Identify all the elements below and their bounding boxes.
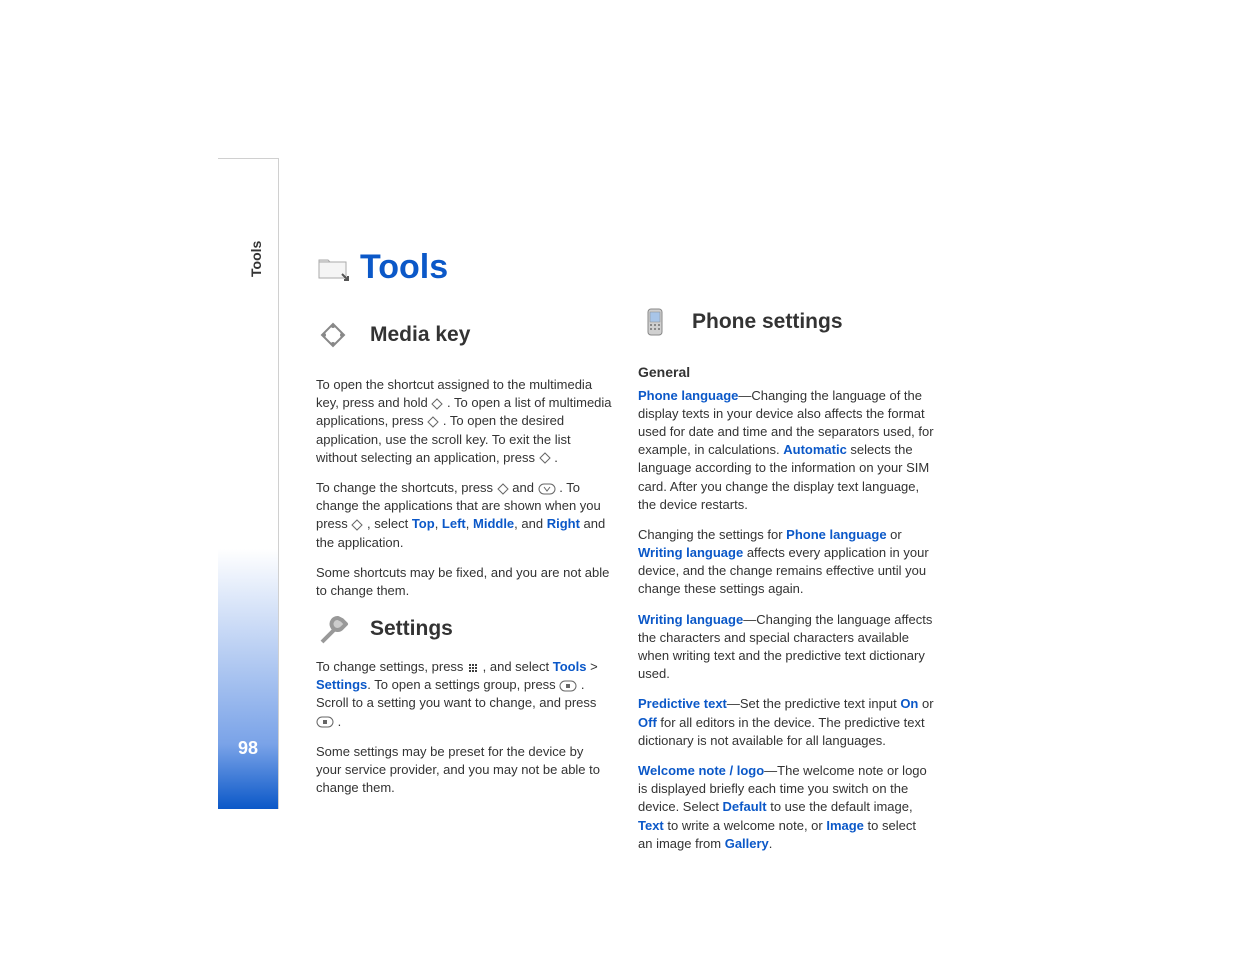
media-key-p2: To change the shortcuts, press and . To … <box>316 479 612 552</box>
ui-top: Top <box>412 516 435 531</box>
ui-settings: Settings <box>316 677 367 692</box>
center-button-icon <box>559 679 577 691</box>
ui-writing-language: Writing language <box>638 545 743 560</box>
ui-left: Left <box>442 516 466 531</box>
general-p1: Phone language—Changing the language of … <box>638 387 934 514</box>
wrench-icon <box>316 612 350 646</box>
section-title-media-key: Media key <box>370 323 470 347</box>
ui-right: Right <box>547 516 580 531</box>
section-media-key: Media key <box>316 318 612 352</box>
ui-gallery: Gallery <box>725 836 769 851</box>
down-button-icon <box>538 482 556 494</box>
ui-phone-language-2: Phone language <box>786 527 886 542</box>
ui-text: Text <box>638 818 664 833</box>
page-title-row: Tools <box>316 250 612 284</box>
general-p2: Changing the settings for Phone language… <box>638 526 934 599</box>
diamond-icon <box>316 318 350 352</box>
diamond-small-icon <box>497 482 509 494</box>
section-settings: Settings <box>316 612 612 646</box>
menu-key-icon <box>467 661 479 673</box>
page-title: Tools <box>360 250 448 284</box>
media-key-p3: Some shortcuts may be fixed, and you are… <box>316 564 612 600</box>
ui-tools: Tools <box>553 659 587 674</box>
section-phone-settings: Phone settings <box>638 305 934 339</box>
ui-automatic: Automatic <box>783 442 847 457</box>
section-title-phone-settings: Phone settings <box>692 310 843 334</box>
right-column: Phone settings General Phone language—Ch… <box>638 250 934 865</box>
sidebar: Tools 98 <box>218 158 279 809</box>
subheading-general: General <box>638 363 934 383</box>
ui-predictive-text: Predictive text <box>638 696 727 711</box>
content-area: Tools Media key To open the shortcut ass… <box>316 250 934 865</box>
ui-phone-language: Phone language <box>638 388 738 403</box>
ui-image: Image <box>826 818 864 833</box>
diamond-small-icon <box>427 415 439 427</box>
ui-default: Default <box>723 799 767 814</box>
page-number: 98 <box>218 738 278 759</box>
ui-writing-language-2: Writing language <box>638 612 743 627</box>
section-title-settings: Settings <box>370 617 453 641</box>
center-button-icon <box>316 715 334 727</box>
page: Tools 98 Tools <box>0 0 1235 954</box>
diamond-small-icon <box>431 397 443 409</box>
phone-icon <box>638 305 672 339</box>
diamond-small-icon <box>351 518 363 530</box>
ui-middle: Middle <box>473 516 514 531</box>
settings-p1: To change settings, press , and select T… <box>316 658 612 731</box>
general-p3: Writing language—Changing the language a… <box>638 611 934 684</box>
sidebar-label: Tools <box>248 241 264 277</box>
ui-on: On <box>900 696 918 711</box>
left-column: Tools Media key To open the shortcut ass… <box>316 250 612 865</box>
general-p4: Predictive text—Set the predictive text … <box>638 695 934 750</box>
media-key-p1: To open the shortcut assigned to the mul… <box>316 376 612 467</box>
diamond-small-icon <box>539 451 551 463</box>
ui-off: Off <box>638 715 657 730</box>
settings-p2: Some settings may be preset for the devi… <box>316 743 612 798</box>
general-p5: Welcome note / logo—The welcome note or … <box>638 762 934 853</box>
ui-welcome-note: Welcome note / logo <box>638 763 764 778</box>
folder-icon <box>316 250 350 284</box>
